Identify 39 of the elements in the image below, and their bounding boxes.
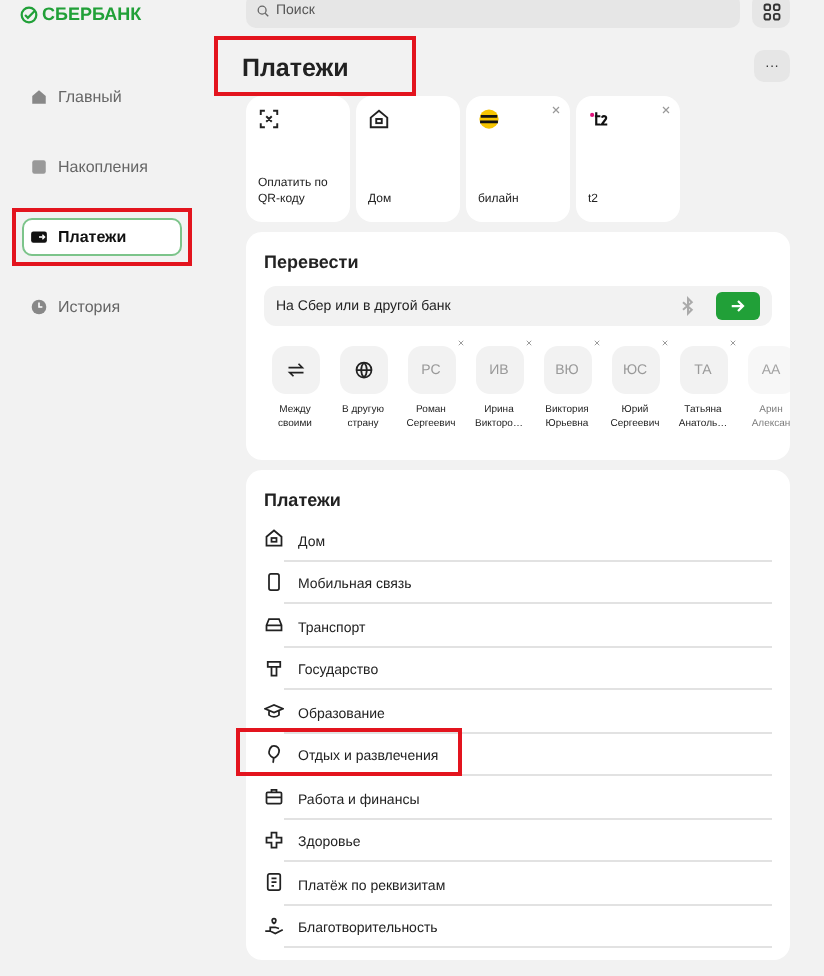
- card-title: Платежи: [264, 489, 343, 509]
- bluetooth-icon: [678, 296, 698, 316]
- graduation-cap-icon: [264, 700, 284, 721]
- send-button[interactable]: [716, 292, 760, 320]
- close-icon[interactable]: [662, 340, 668, 346]
- clock-icon: [30, 298, 48, 316]
- grid-icon: [761, 1, 781, 21]
- search-icon: [256, 4, 270, 18]
- document-icon: [264, 872, 284, 893]
- arrows-icon: [285, 360, 305, 380]
- briefcase-icon: [264, 786, 284, 807]
- page-title: Платежи: [242, 54, 349, 82]
- close-icon[interactable]: [552, 106, 560, 114]
- phone-icon: [264, 571, 284, 592]
- nav-item[interactable]: Главный: [22, 78, 182, 116]
- cross-icon: [264, 829, 284, 850]
- hand-icon: [264, 915, 284, 936]
- nav-item[interactable]: История: [22, 288, 182, 326]
- logo-icon: [20, 5, 38, 23]
- brand-name: СБЕРБАНК: [42, 4, 142, 24]
- scan-icon: [258, 108, 280, 130]
- wallet-icon: [30, 228, 48, 246]
- balloon-icon: [264, 743, 284, 764]
- close-icon[interactable]: [662, 106, 670, 114]
- house-icon: [264, 528, 284, 549]
- logo-icon: [588, 108, 610, 130]
- house-icon: [368, 108, 390, 130]
- close-icon[interactable]: [594, 340, 600, 346]
- close-icon[interactable]: [458, 340, 464, 346]
- close-icon[interactable]: [730, 340, 736, 346]
- house-icon: [30, 88, 48, 106]
- card-title: Перевести: [264, 252, 361, 272]
- nav-item[interactable]: Платежи: [22, 218, 182, 256]
- globe-icon: [353, 360, 373, 380]
- striped-circle-icon: [478, 108, 500, 130]
- close-icon[interactable]: [526, 340, 532, 346]
- nav-item[interactable]: Накопления: [22, 148, 182, 186]
- apps-button[interactable]: [752, 0, 790, 28]
- arrow-icon: [728, 296, 748, 316]
